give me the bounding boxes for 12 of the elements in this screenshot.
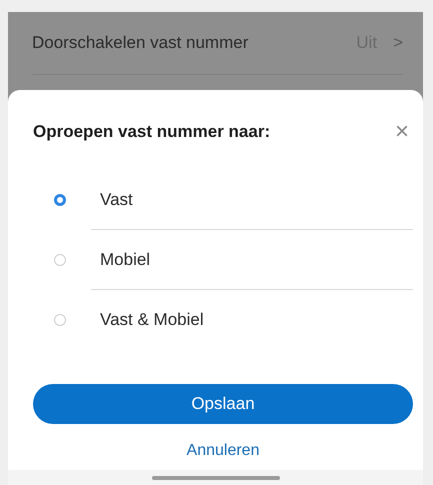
save-button[interactable]: Opslaan: [33, 384, 413, 424]
home-indicator[interactable]: [152, 476, 280, 480]
radio-button[interactable]: [54, 254, 66, 266]
radio-button[interactable]: [54, 314, 66, 326]
chevron-icon: >: [393, 33, 403, 53]
option-label[interactable]: Vast & Mobiel: [100, 310, 204, 330]
option-label[interactable]: Mobiel: [100, 250, 150, 270]
setting-label: Doorschakelen vast nummer: [32, 33, 250, 53]
radio-button[interactable]: [54, 194, 66, 206]
sheet-title: Oproepen vast nummer naar:: [33, 122, 270, 142]
cancel-link[interactable]: Annuleren: [180, 438, 266, 464]
option-label[interactable]: Vast: [100, 190, 133, 210]
